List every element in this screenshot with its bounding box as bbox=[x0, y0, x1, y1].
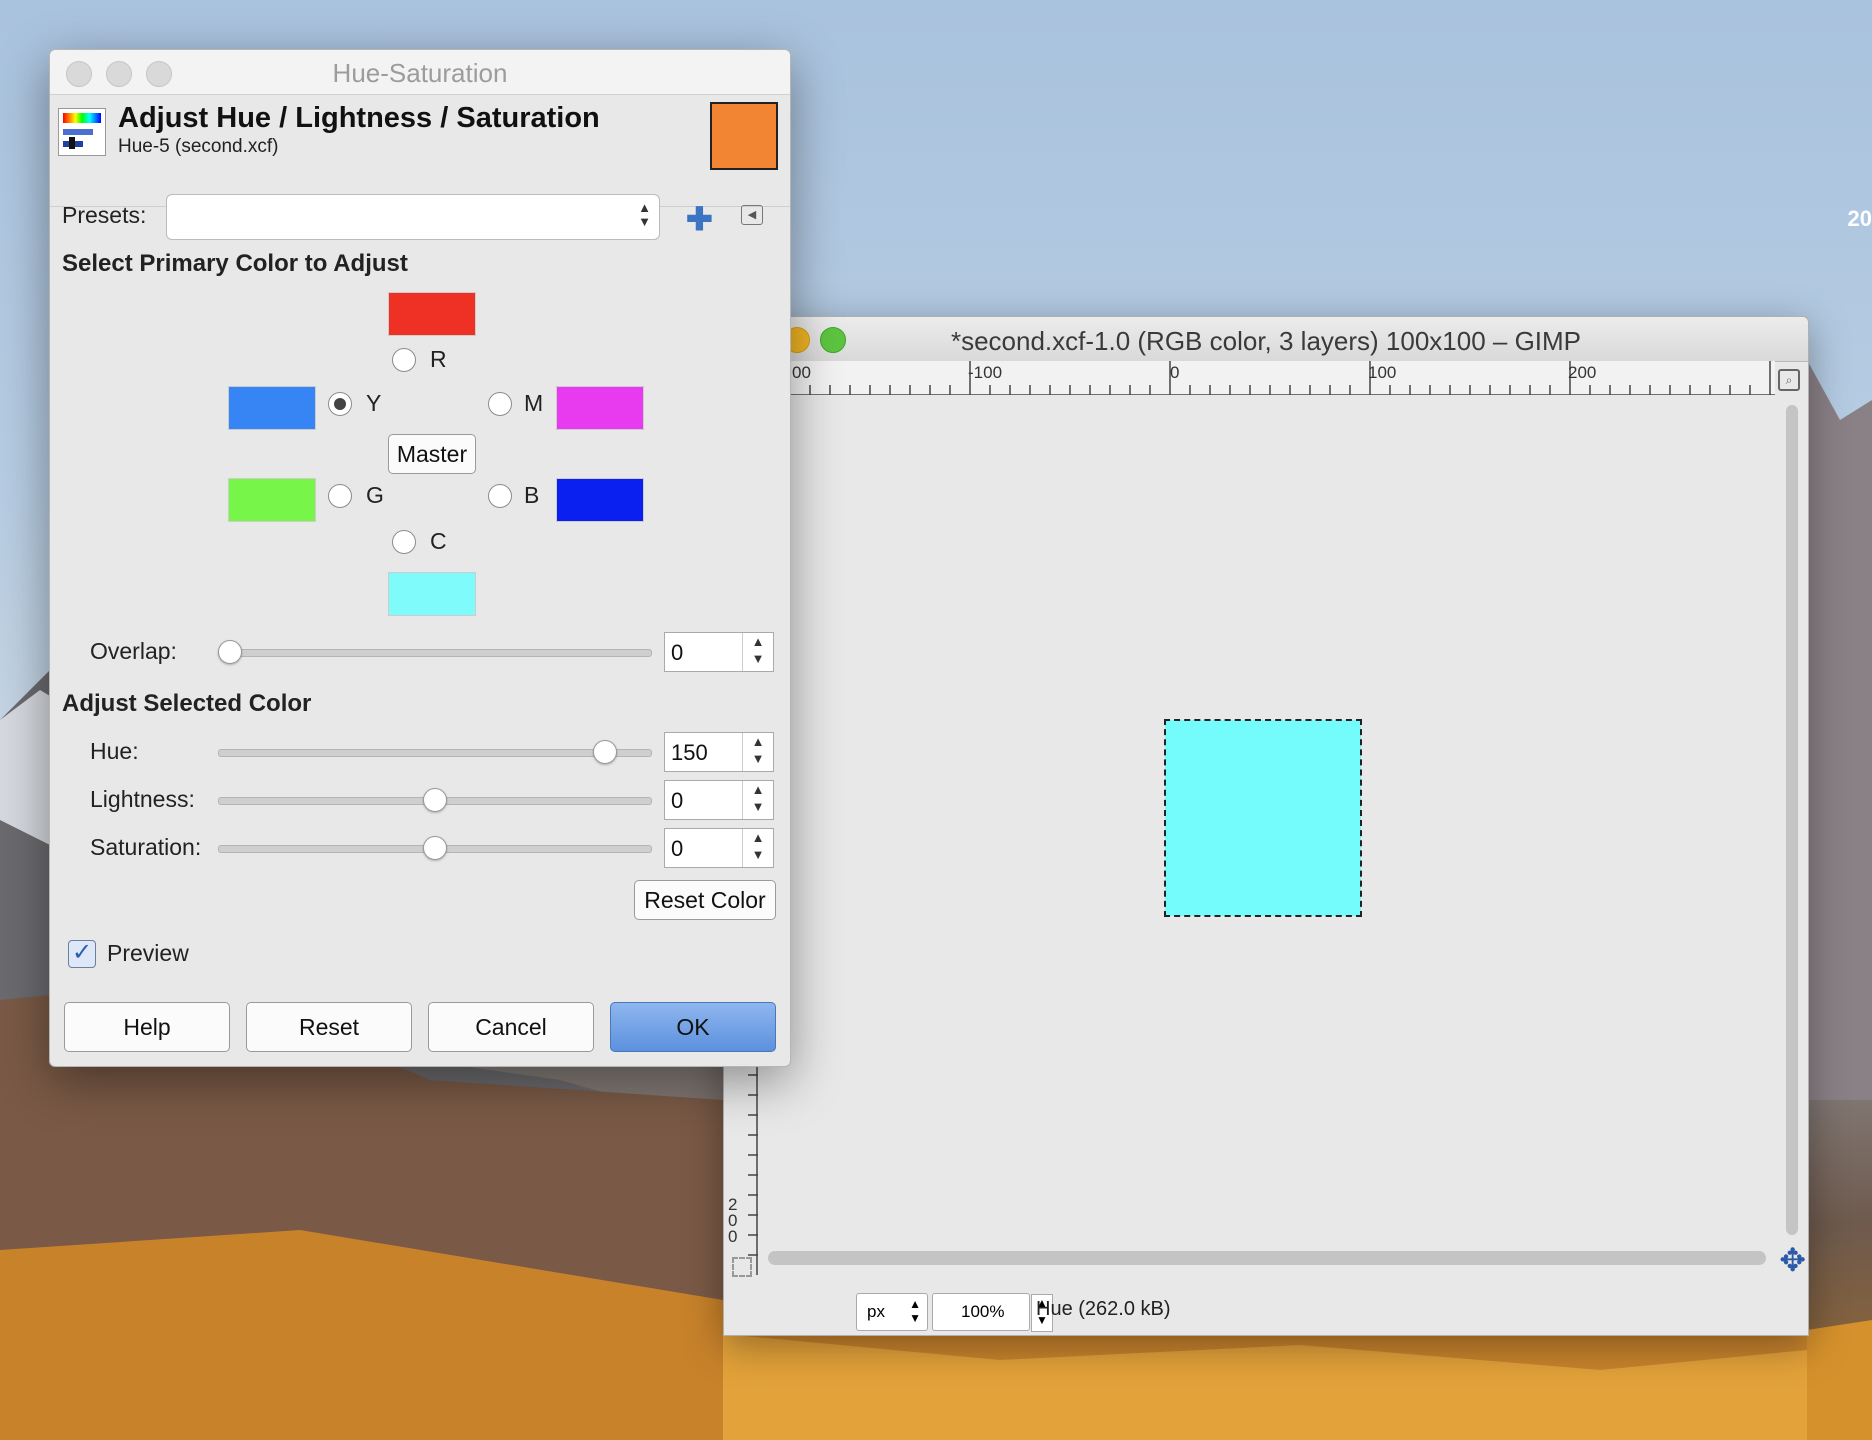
unit-selector[interactable]: px ▲ ▼ bbox=[856, 1293, 928, 1331]
saturation-label: Saturation: bbox=[90, 834, 202, 860]
primary-color-section-title: Select Primary Color to Adjust bbox=[62, 250, 408, 277]
add-preset-icon[interactable]: ✚ bbox=[686, 200, 713, 238]
saturation-value: 0 bbox=[671, 836, 684, 861]
desktop-edge-text: 20 bbox=[1847, 206, 1872, 231]
magenta-swatch[interactable] bbox=[556, 386, 644, 430]
spin-arrows-icon[interactable]: ▲ ▼ bbox=[742, 781, 773, 819]
presets-combo[interactable]: ▲ ▼ bbox=[166, 194, 660, 240]
saturation-slider-handle[interactable] bbox=[423, 836, 447, 860]
green-swatch[interactable] bbox=[228, 478, 316, 522]
radio-green[interactable] bbox=[328, 484, 352, 508]
ruler-label: 200 bbox=[1568, 363, 1597, 382]
saturation-spinbox[interactable]: 0 ▲ ▼ bbox=[664, 828, 774, 868]
cyan-swatch[interactable] bbox=[388, 572, 476, 616]
overlap-spinbox[interactable]: 0 ▲ ▼ bbox=[664, 632, 774, 672]
hue-slider[interactable] bbox=[218, 749, 652, 757]
ruler-label: 00 bbox=[792, 363, 811, 382]
zoom-selector[interactable]: 100% ▲ ▼ bbox=[932, 1293, 1053, 1332]
radio-yellow-label: Y bbox=[366, 390, 382, 416]
dialog-title: Hue-Saturation bbox=[332, 58, 508, 88]
overlap-slider[interactable] bbox=[218, 649, 652, 657]
image-layer-content[interactable] bbox=[1164, 719, 1362, 917]
horizontal-scrollbar[interactable] bbox=[768, 1251, 1766, 1265]
hue-slider-handle[interactable] bbox=[593, 740, 617, 764]
preview-checkbox[interactable]: ✓ bbox=[68, 940, 96, 968]
lightness-spinbox[interactable]: 0 ▲ ▼ bbox=[664, 780, 774, 820]
dialog-titlebar[interactable]: Hue-Saturation bbox=[50, 50, 790, 95]
overlap-label: Overlap: bbox=[90, 638, 177, 664]
reset-color-button[interactable]: Reset Color bbox=[634, 880, 776, 920]
radio-magenta-label: M bbox=[524, 390, 544, 416]
ruler-ticks bbox=[790, 361, 1775, 395]
lightness-label: Lightness: bbox=[90, 786, 195, 812]
radio-yellow[interactable] bbox=[328, 392, 352, 416]
unit-chevron-icon: ▲ ▼ bbox=[909, 1297, 921, 1325]
presets-menu-icon[interactable]: ◀ bbox=[741, 205, 763, 225]
radio-red[interactable] bbox=[392, 348, 416, 372]
presets-label: Presets: bbox=[62, 202, 147, 228]
spin-arrows-icon[interactable]: ▲ ▼ bbox=[742, 829, 773, 867]
zoom-to-fit-icon[interactable]: ⌕ bbox=[1778, 369, 1800, 391]
radio-cyan[interactable] bbox=[392, 530, 416, 554]
dialog-subheading: Hue-5 (second.xcf) bbox=[118, 136, 279, 157]
hue-saturation-dialog: Hue-Saturation Adjust Hue / Lightness / … bbox=[49, 49, 791, 1067]
navigate-icon[interactable]: ✥ bbox=[1779, 1241, 1806, 1279]
yellow-swatch[interactable] bbox=[228, 386, 316, 430]
master-button[interactable]: Master bbox=[388, 434, 476, 474]
hue-spinbox[interactable]: 150 ▲ ▼ bbox=[664, 732, 774, 772]
adjust-section-title: Adjust Selected Color bbox=[62, 690, 312, 717]
spin-arrows-icon[interactable]: ▲ ▼ bbox=[742, 733, 773, 771]
status-message: Hue (262.0 kB) bbox=[1036, 1298, 1171, 1320]
overlap-value: 0 bbox=[671, 640, 684, 665]
vertical-ruler-label: 200 bbox=[728, 1195, 738, 1246]
lightness-value: 0 bbox=[671, 788, 684, 813]
radio-blue[interactable] bbox=[488, 484, 512, 508]
dialog-heading: Adjust Hue / Lightness / Saturation bbox=[118, 102, 600, 134]
ruler-label: -100 bbox=[968, 363, 1003, 382]
radio-magenta[interactable] bbox=[488, 392, 512, 416]
radio-red-label: R bbox=[430, 346, 447, 372]
unit-value: px bbox=[867, 1302, 885, 1321]
radio-cyan-label: C bbox=[430, 528, 447, 554]
help-button[interactable]: Help bbox=[64, 1002, 230, 1052]
lightness-slider-handle[interactable] bbox=[423, 788, 447, 812]
chevron-updown-icon: ▲ ▼ bbox=[638, 200, 651, 229]
hue-value: 150 bbox=[671, 740, 708, 765]
preview-label: Preview bbox=[107, 940, 189, 966]
red-swatch[interactable] bbox=[388, 292, 476, 336]
radio-green-label: G bbox=[366, 482, 384, 508]
spin-arrows-icon[interactable]: ▲ ▼ bbox=[742, 633, 773, 671]
status-bar: px ▲ ▼ 100% ▲ ▼ Hue (262.0 kB) bbox=[724, 1283, 1808, 1335]
hue-label: Hue: bbox=[90, 738, 139, 764]
cancel-button[interactable]: Cancel bbox=[428, 1002, 594, 1052]
hue-saturation-icon bbox=[58, 108, 106, 156]
ruler-label: 100 bbox=[1368, 363, 1397, 382]
image-window-titlebar[interactable]: *second.xcf-1.0 (RGB color, 3 layers) 10… bbox=[724, 317, 1808, 362]
image-window-title: *second.xcf-1.0 (RGB color, 3 layers) 10… bbox=[950, 326, 1582, 356]
layer-preview-swatch bbox=[710, 102, 778, 170]
ruler-label: 0 bbox=[1170, 363, 1180, 382]
vertical-scrollbar[interactable] bbox=[1786, 405, 1798, 1235]
overlap-slider-handle[interactable] bbox=[218, 640, 242, 664]
blue-swatch[interactable] bbox=[556, 478, 644, 522]
horizontal-ruler[interactable]: 00 -100 0 100 200 bbox=[790, 361, 1775, 396]
radio-blue-label: B bbox=[524, 482, 540, 508]
quick-mask-icon[interactable] bbox=[732, 1257, 752, 1277]
reset-button[interactable]: Reset bbox=[246, 1002, 412, 1052]
zoom-value: 100% bbox=[961, 1302, 1005, 1321]
ok-button[interactable]: OK bbox=[610, 1002, 776, 1052]
